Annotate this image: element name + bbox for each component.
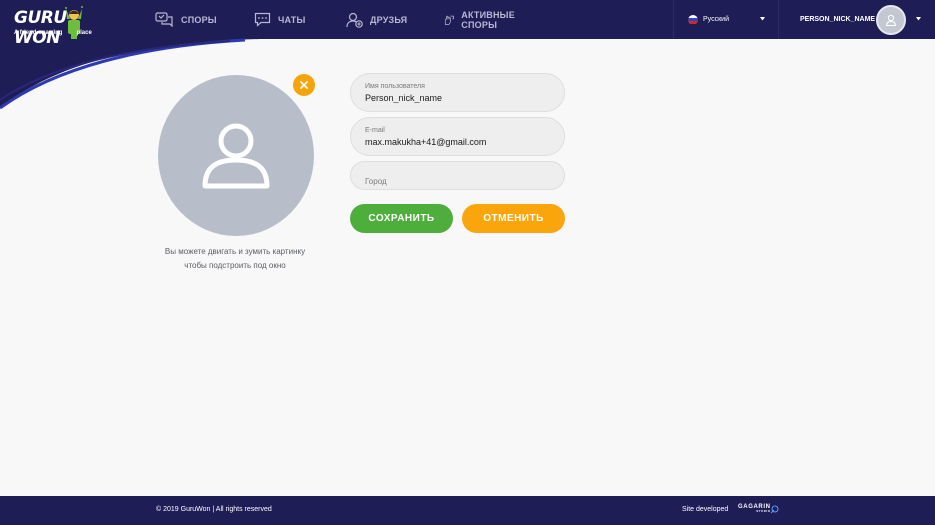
disputes-icon — [155, 12, 173, 27]
cancel-button[interactable]: Отменить — [462, 204, 565, 233]
profile-photo-editor[interactable] — [158, 75, 314, 236]
nav-item-chats[interactable]: Чаты — [254, 0, 305, 39]
russia-flag-icon — [688, 14, 698, 25]
rocket-icon — [770, 505, 779, 514]
header-divider — [778, 0, 779, 39]
nav-label-active-disputes: Активные споры — [461, 9, 515, 30]
close-icon — [300, 81, 308, 89]
remove-photo-button[interactable] — [293, 74, 315, 96]
add-friend-icon — [346, 12, 363, 28]
email-input[interactable] — [365, 137, 550, 147]
language-selector[interactable]: Русский — [688, 0, 768, 39]
city-input[interactable] — [365, 172, 550, 190]
nav-item-active-disputes[interactable]: Активные споры — [444, 0, 521, 39]
header-divider — [673, 0, 674, 39]
logo[interactable]: GURUWON A friend-sparring place — [14, 5, 114, 48]
footer-copyright: © 2019 GuruWon | All rights reserved — [156, 506, 272, 513]
user-avatar[interactable] — [876, 5, 906, 35]
nav-item-disputes[interactable]: Споры — [155, 0, 217, 39]
city-field[interactable] — [350, 161, 565, 190]
email-field[interactable]: E-mail — [350, 117, 565, 156]
username-label: Имя пользователя — [365, 83, 425, 90]
username-input[interactable] — [365, 93, 550, 103]
username-field[interactable]: Имя пользователя — [350, 73, 565, 112]
chat-icon — [254, 12, 271, 27]
email-label: E-mail — [365, 127, 385, 134]
user-nickname: PERSON_NICK_NAME — [800, 16, 876, 23]
nav-item-friends[interactable]: Друзья — [346, 0, 407, 39]
nav-label-friends: Друзья — [370, 14, 408, 25]
chevron-down-icon — [916, 17, 921, 21]
user-icon — [885, 14, 897, 26]
nav-label-chats: Чаты — [278, 14, 306, 25]
gagarin-studio-link[interactable]: GAGARIN STUDIO — [738, 504, 771, 513]
language-label: Русский — [703, 16, 729, 23]
photo-hint: Вы можете двигать и зумить картинку чтоб… — [164, 247, 306, 270]
save-button[interactable]: Сохранить — [350, 204, 453, 233]
nav-label-disputes: Споры — [181, 14, 217, 25]
user-placeholder-icon — [202, 123, 270, 188]
footer-site-developed: Site developed — [682, 506, 729, 513]
chevron-down-icon — [760, 17, 765, 21]
footer: © 2019 GuruWon | All rights reserved Sit… — [0, 496, 935, 525]
user-menu[interactable]: PERSON_NICK_NAME — [800, 0, 930, 39]
active-disputes-icon — [444, 15, 455, 25]
logo-tagline: A friend-sparring place — [14, 30, 92, 36]
